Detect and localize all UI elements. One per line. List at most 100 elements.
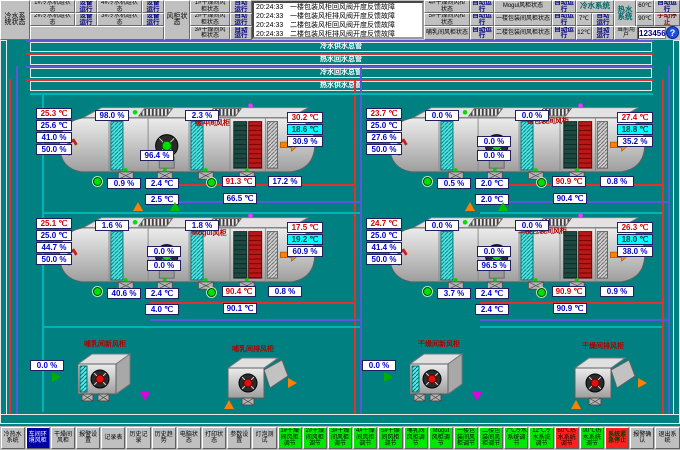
- u2-valve-led: [423, 177, 432, 186]
- right-duct-band: [673, 40, 680, 424]
- hot-riser-left: [9, 79, 11, 414]
- u4-humidity: 41.4 %: [366, 242, 402, 253]
- u4-valve-pos: 3.7 %: [437, 288, 471, 299]
- left-duct-band: [0, 40, 7, 424]
- btn-alarm-settings[interactable]: 报警设置: [76, 427, 100, 449]
- cold-riser-right: [668, 66, 670, 414]
- chiller-empty-cell: [30, 26, 164, 40]
- fan-4-status: 自动运行: [470, 0, 494, 13]
- btn-lamp-test[interactable]: 灯泡测试: [252, 427, 276, 449]
- btn-adjust-dry-fan-4[interactable]: 4#干燥间风柜调节: [353, 427, 377, 449]
- su1-down-arrow-icon: [140, 392, 150, 401]
- chiller-3-label: 3#冷水机组状态: [97, 13, 142, 26]
- u3-setpoint-temp: 25.0 ℃: [36, 230, 72, 241]
- u2-supply-humidity: 35.2 %: [617, 136, 653, 147]
- btn-adjust-floor2-fan[interactable]: 二楼包装间风柜调节: [479, 427, 503, 449]
- btn-history-records[interactable]: 历史记录: [126, 427, 150, 449]
- cold-sys-temp-1: 7℃: [576, 13, 592, 26]
- btn-print-status[interactable]: 打印状态: [202, 427, 226, 449]
- small-fan-graphic: [400, 348, 470, 406]
- u4-supply-temp: 26.3 ℃: [617, 222, 653, 233]
- u1-fan-output: 96.4 %: [140, 150, 174, 161]
- btn-adjust-dry-fan-2[interactable]: 2#干燥间风柜调节: [303, 427, 327, 449]
- hot-sys-status-1: 自动运行: [654, 0, 680, 13]
- u1-supply-setpoint: 18.6 ℃: [287, 124, 323, 135]
- fan-5-label: 5#干燥间风柜状态: [424, 13, 470, 26]
- fresh-air-fan-nursing[interactable]: [68, 348, 138, 411]
- btn-adjust-7c-cold[interactable]: 7℃冷水系统调节: [504, 427, 528, 449]
- u1-hw-led: [207, 178, 216, 187]
- btn-adjust-12c-cold[interactable]: 12℃冷水系统调节: [529, 427, 553, 449]
- u2-hw-valve: 0.8 %: [600, 176, 634, 187]
- btn-adjust-dry-fan-3[interactable]: 3#干燥间风柜调节: [328, 427, 352, 449]
- fan-3-label: 3#干燥间风柜状态: [190, 26, 230, 40]
- nav-cold-hot-water[interactable]: 冷热水系统: [1, 427, 25, 449]
- small-unit-4-name: 干燥间排风柜: [582, 341, 624, 351]
- btn-exit-system[interactable]: 退出系统: [655, 427, 679, 449]
- duct-branch-row2-left: [42, 326, 360, 328]
- nav-drying-fans[interactable]: 干燥间风柜: [51, 427, 75, 449]
- btn-adjust-mogul-fan[interactable]: Mogul风柜调节: [429, 427, 453, 449]
- u4-exhaust-arrow-icon: [465, 202, 475, 211]
- hot-riser-mid: [354, 79, 356, 414]
- u2-humidity: 27.6 %: [366, 132, 402, 143]
- fan-3-status: 自动运行: [230, 26, 252, 40]
- main-label-cold-supply: 冷水供水总管: [30, 42, 652, 52]
- cold-sys-status-2: 自动运行: [592, 26, 614, 40]
- floor2-fan-status: 自动运行: [552, 26, 576, 40]
- top-status-bar: 冷水系统状态 1#冷水机组状态 设备运行 4#冷水机组状态 设备运行 2#冷水机…: [0, 0, 680, 40]
- chiller-4-status: 设备运行: [142, 0, 164, 13]
- su4-exhaust-arrow-icon: [638, 378, 647, 388]
- u4-hw-return: 90.9 ℃: [553, 303, 587, 314]
- su4-intake-arrow-icon: [571, 400, 581, 409]
- u4-fresh-arrow-icon: [498, 202, 508, 211]
- btn-record-table[interactable]: 记录表: [101, 427, 125, 449]
- chiller-1-status: 设备运行: [75, 0, 97, 13]
- alarm-row[interactable]: 20:24:33一楼包装风柜排风阀开度反馈故障: [254, 12, 422, 21]
- u3-humidity-setpoint: 50.0 %: [36, 254, 72, 265]
- alarm-row[interactable]: 20:24:33一楼包装风柜回风阀开度反馈故障: [254, 3, 422, 12]
- current-user-value[interactable]: 123456: [638, 27, 666, 39]
- fresh-air-fan-drying[interactable]: [400, 348, 470, 411]
- alarm-row[interactable]: 20:24:33二楼包装风柜回风阀开度反馈故障: [254, 21, 422, 30]
- u4-hw-supply: 90.9 ℃: [552, 286, 586, 297]
- btn-adjust-nursing-fan[interactable]: 哺乳间风柜调节: [404, 427, 428, 449]
- u4-setpoint-temp: 25.0 ℃: [366, 230, 402, 241]
- fan-2-status: 自动运行: [230, 13, 252, 26]
- hot-riser-right: [662, 79, 664, 414]
- btn-history-trend[interactable]: 历史趋势: [152, 427, 176, 449]
- btn-adjust-90c-hot[interactable]: 90℃热水系统调节: [580, 427, 604, 449]
- alarm-time: 20:24:33: [254, 3, 290, 12]
- cold-riser-left: [16, 66, 18, 414]
- nav-workshop-fans-active[interactable]: 车间环境风柜: [26, 427, 50, 449]
- main-label-cold-return: 冷水回水总管: [30, 68, 652, 78]
- u3-hw-led: [207, 288, 216, 297]
- su2-intake-arrow-icon: [224, 400, 234, 409]
- small-fan-graphic: [68, 348, 138, 406]
- btn-parameter-settings[interactable]: 参数设置: [227, 427, 251, 449]
- u1-temp-a: 2.4 ℃: [145, 178, 179, 189]
- chiller-3-status: 设备运行: [142, 13, 164, 26]
- hot-system-header: 热水系统: [614, 0, 636, 27]
- fan-group-label: 风柜状态: [164, 0, 190, 40]
- u3-damper-1: 1.6 %: [95, 220, 129, 231]
- u4-valve-led: [423, 287, 432, 296]
- u4-supply-setpoint: 18.0 ℃: [617, 234, 653, 245]
- fan-5-status: 自动运行: [470, 13, 494, 26]
- btn-adjust-dry-fan-1[interactable]: 1#干燥间风柜调节: [278, 427, 302, 449]
- u1-setpoint-temp: 25.6 ℃: [36, 120, 72, 131]
- u2-damper-1: 0.0 %: [425, 110, 459, 121]
- btn-emergency-stop[interactable]: 系统紧急停止: [605, 427, 629, 449]
- u1-valve-led: [93, 177, 102, 186]
- help-button[interactable]: ?: [666, 26, 679, 39]
- u1-humidity-setpoint: 50.0 %: [36, 144, 72, 155]
- u2-humidity-setpoint: 50.0 %: [366, 144, 402, 155]
- btn-computer-status[interactable]: 电脑状态: [177, 427, 201, 449]
- btn-adjust-floor1-fan[interactable]: 一楼包装间风柜调节: [454, 427, 478, 449]
- btn-alarm-ack[interactable]: 报警确认: [630, 427, 654, 449]
- alarm-time: 20:24:33: [254, 30, 290, 39]
- btn-adjust-dry-fan-5[interactable]: 5#干燥间风柜调节: [378, 427, 402, 449]
- alarm-row[interactable]: 20:24:33二楼包装风柜排风阀开度反馈故障: [254, 30, 422, 39]
- fan-1-status: 自动运行: [230, 0, 252, 13]
- btn-adjust-60c-hot[interactable]: 60℃热水系统调节: [555, 427, 579, 449]
